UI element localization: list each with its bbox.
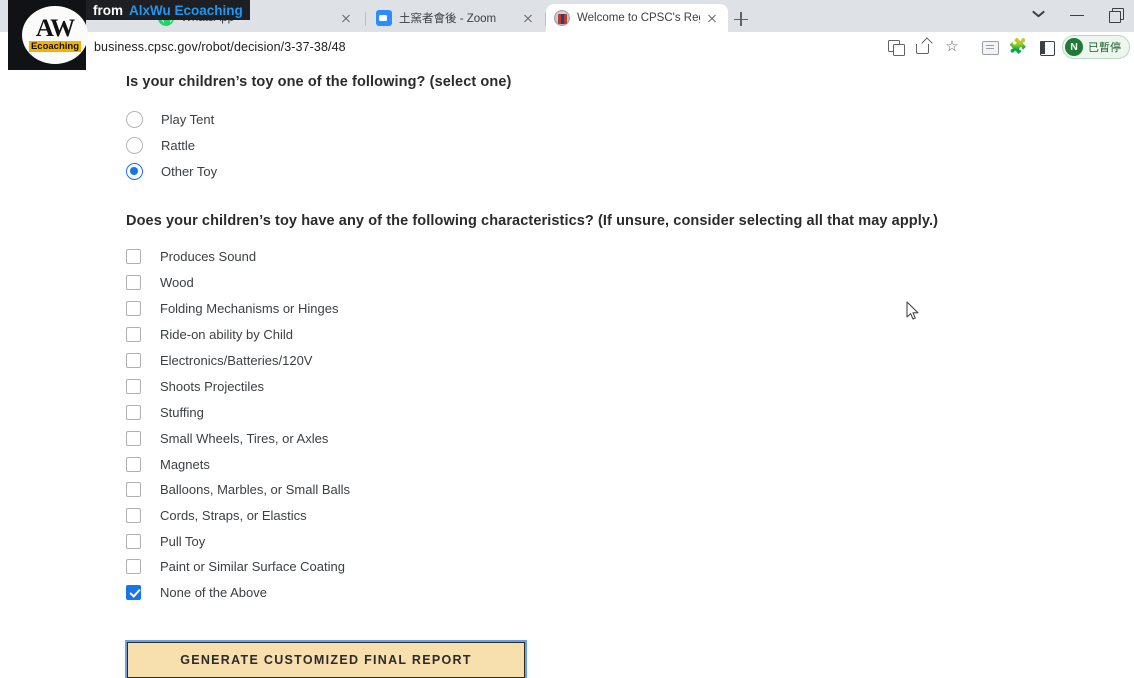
ecoaching-logo: AW Ecoaching — [22, 6, 88, 64]
checkbox-icon[interactable] — [126, 275, 141, 290]
watermark-backdrop: AW Ecoaching — [8, 0, 88, 70]
tab-title: 土窯者會後 - Zoom — [399, 13, 497, 25]
tab-zoom[interactable]: 土窯者會後 - Zoom — [368, 4, 544, 32]
minimize-button[interactable] — [1058, 0, 1096, 30]
radio-label: Rattle — [161, 138, 195, 153]
checkbox-icon-checked[interactable] — [126, 585, 141, 600]
checkbox-label: Pull Toy — [160, 534, 206, 549]
radio-option-other-toy[interactable]: Other Toy — [126, 163, 217, 180]
logo-wordmark: Ecoaching — [28, 41, 82, 52]
extension-note-icon[interactable] — [976, 33, 1004, 61]
checkbox-label: Stuffing — [160, 405, 204, 420]
checkbox-option-paint[interactable]: Paint or Similar Surface Coating — [126, 559, 345, 574]
checkbox-icon[interactable] — [126, 559, 141, 574]
checkbox-icon[interactable] — [126, 431, 141, 446]
tab-title: Welcome to CPSC's Regulatory R — [577, 12, 700, 24]
url-text: business.cpsc.gov/robot/decision/3-37-38… — [94, 40, 346, 54]
share-icon[interactable] — [910, 33, 938, 61]
close-icon[interactable] — [338, 10, 354, 26]
close-icon[interactable] — [520, 10, 536, 26]
restore-button[interactable] — [1096, 0, 1134, 30]
checkbox-option-cords[interactable]: Cords, Straps, or Elastics — [126, 508, 307, 523]
checkbox-option-none-of-the-above[interactable]: None of the Above — [126, 585, 267, 600]
checkbox-icon[interactable] — [126, 353, 141, 368]
new-tab-button[interactable] — [730, 8, 752, 30]
radio-option-rattle[interactable]: Rattle — [126, 137, 195, 154]
checkbox-option-magnets[interactable]: Magnets — [126, 457, 210, 472]
bookmark-star-icon[interactable]: ☆ — [938, 33, 966, 61]
banner-brand: AlxWu Ecoaching — [129, 2, 243, 18]
checkbox-icon[interactable] — [126, 301, 141, 316]
page-content: Is your children’s toy one of the follow… — [0, 62, 1134, 678]
checkbox-label: Wood — [160, 275, 194, 290]
cpsc-seal-icon — [554, 10, 570, 26]
checkbox-label: Balloons, Marbles, or Small Balls — [160, 482, 351, 497]
checkbox-option-wood[interactable]: Wood — [126, 275, 194, 290]
extensions-puzzle-icon[interactable]: 🧩 — [1004, 33, 1032, 61]
banner-prefix: from — [93, 2, 123, 18]
checkbox-option-folding-mechanisms[interactable]: Folding Mechanisms or Hinges — [126, 301, 338, 316]
checkbox-label: Electronics/Batteries/120V — [160, 353, 313, 368]
window-controls — [1020, 0, 1134, 30]
browser-window: WhatsApp 土窯者會後 - Zoom Welcome to CPSC's … — [0, 0, 1134, 678]
question-2-heading: Does your children’s toy have any of the… — [126, 213, 939, 229]
checkbox-option-small-wheels[interactable]: Small Wheels, Tires, or Axles — [126, 431, 328, 446]
checkbox-label: Paint or Similar Surface Coating — [160, 559, 345, 574]
radio-label: Play Tent — [161, 112, 215, 127]
checkbox-label: Shoots Projectiles — [160, 379, 265, 394]
checkbox-option-electronics[interactable]: Electronics/Batteries/120V — [126, 353, 312, 368]
checkbox-icon[interactable] — [126, 327, 141, 342]
checkbox-label: Magnets — [160, 457, 210, 472]
checkbox-label: Small Wheels, Tires, or Axles — [160, 431, 329, 446]
radio-label: Other Toy — [161, 164, 218, 179]
radio-icon-selected[interactable] — [126, 163, 143, 180]
checkbox-option-stuffing[interactable]: Stuffing — [126, 405, 204, 420]
checkbox-label: None of the Above — [160, 585, 267, 600]
logo-initials: AW — [35, 15, 75, 42]
checkbox-option-balloons[interactable]: Balloons, Marbles, or Small Balls — [126, 482, 350, 497]
profile-status-label: 已暫停 — [1088, 42, 1121, 54]
checkbox-option-produces-sound[interactable]: Produces Sound — [126, 249, 256, 264]
zoom-icon — [376, 10, 392, 26]
toolbar-actions: ☆ 🧩 N 已暫停 — [882, 33, 1130, 61]
checkbox-icon[interactable] — [126, 379, 141, 394]
address-bar[interactable]: business.cpsc.gov/robot/decision/3-37-38… — [74, 36, 894, 58]
radio-icon[interactable] — [126, 137, 143, 154]
checkbox-icon[interactable] — [126, 249, 141, 264]
radio-option-play-tent[interactable]: Play Tent — [126, 111, 214, 128]
avatar: N — [1065, 38, 1083, 56]
checkbox-icon[interactable] — [126, 534, 141, 549]
checkbox-icon[interactable] — [126, 405, 141, 420]
checkbox-option-shoots-projectiles[interactable]: Shoots Projectiles — [126, 379, 264, 394]
profile-button[interactable]: N 已暫停 — [1062, 35, 1130, 59]
close-icon[interactable] — [704, 10, 720, 26]
translate-icon[interactable] — [882, 33, 910, 61]
side-panel-icon[interactable] — [1032, 33, 1060, 61]
question-1-heading: Is your children’s toy one of the follow… — [126, 74, 512, 90]
checkbox-icon[interactable] — [126, 508, 141, 523]
checkbox-icon[interactable] — [126, 482, 141, 497]
checkbox-label: Produces Sound — [160, 249, 257, 264]
generate-report-button[interactable]: GENERATE CUSTOMIZED FINAL REPORT — [125, 640, 527, 678]
checkbox-label: Folding Mechanisms or Hinges — [160, 301, 339, 316]
tab-cpsc[interactable]: Welcome to CPSC's Regulatory R — [546, 4, 728, 32]
checkbox-label: Ride-on ability by Child — [160, 327, 293, 342]
checkbox-option-ride-on[interactable]: Ride-on ability by Child — [126, 327, 293, 342]
checkbox-option-pull-toy[interactable]: Pull Toy — [126, 534, 205, 549]
tab-separator — [365, 12, 366, 26]
radio-icon[interactable] — [126, 111, 143, 128]
chevron-down-icon[interactable] — [1020, 0, 1058, 30]
checkbox-label: Cords, Straps, or Elastics — [160, 508, 307, 523]
watermark-banner: from AlxWu Ecoaching — [86, 0, 250, 20]
checkbox-icon[interactable] — [126, 457, 141, 472]
